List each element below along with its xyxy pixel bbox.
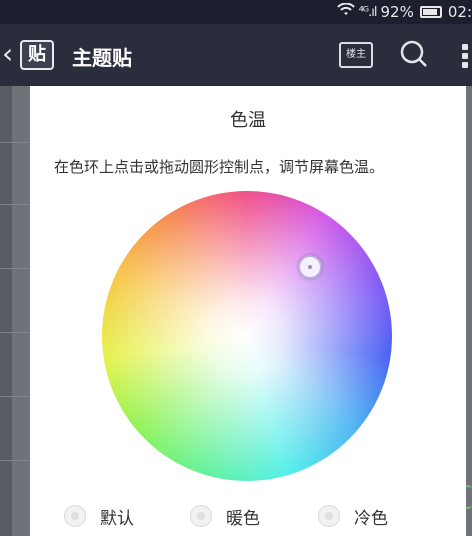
option-warm[interactable]: 暖色 — [190, 501, 260, 531]
clock: 02: — [447, 3, 472, 21]
dialog-title: 色温 — [230, 110, 266, 131]
radio-icon[interactable] — [318, 505, 340, 527]
radio-icon[interactable] — [64, 505, 86, 527]
status-bar: ⁴ᴳ.ıl 92% 02: — [0, 0, 472, 24]
color-wheel-handle[interactable] — [298, 255, 322, 279]
option-cool[interactable]: 冷色 — [318, 501, 388, 531]
battery-icon — [419, 6, 442, 18]
page-title: 主题贴 — [72, 46, 132, 70]
more-icon[interactable] — [462, 44, 472, 70]
owner-only-button[interactable]: 楼主 — [339, 42, 373, 68]
option-default[interactable]: 默认 — [64, 501, 134, 531]
option-label: 默认 — [100, 508, 134, 529]
wifi-icon — [336, 2, 355, 21]
dialog-description: 在色环上点击或拖动圆形控制点，调节屏幕色温。 — [54, 158, 385, 176]
signal-icon: ⁴ᴳ.ıl — [358, 4, 378, 20]
search-icon[interactable] — [398, 38, 430, 70]
option-label: 暖色 — [226, 508, 260, 529]
battery-percent: 92% — [380, 3, 414, 21]
radio-icon[interactable] — [190, 505, 212, 527]
color-wheel[interactable] — [102, 191, 392, 481]
tieba-logo[interactable]: 贴 — [20, 40, 54, 70]
title-bar: ‹ 贴 主题贴 楼主 — [0, 24, 472, 86]
option-label: 冷色 — [354, 508, 388, 529]
